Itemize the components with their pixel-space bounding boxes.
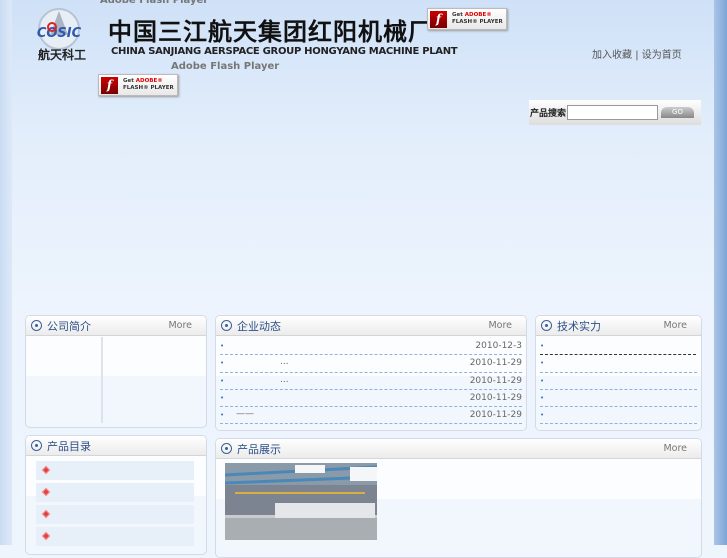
divider <box>101 337 103 423</box>
bullet: • <box>540 376 545 385</box>
bullet: • <box>540 342 545 350</box>
flash-label-top: Adobe Flash Player <box>100 0 209 6</box>
product-photo-factory[interactable] <box>225 463 377 540</box>
news-title[interactable]: —— <box>236 409 254 419</box>
panel-news: 企业动态 More • 2010-12-3 •... 2010-11-29 •... 2… <box>215 315 527 431</box>
left-border <box>0 0 12 545</box>
get-flash-button[interactable]: f Get ADOBE® FLASH® PLAYER <box>427 8 507 30</box>
panel-about: 公司简介 More <box>25 315 207 428</box>
search-go-button[interactable]: GO <box>661 107 695 118</box>
news-date: 2010-11-29 <box>469 392 522 403</box>
flash-player: FLASH® PLAYER <box>452 19 503 25</box>
flash-get: Get <box>123 78 134 84</box>
get-flash-button-2[interactable]: f Get ADOBE® FLASH® PLAYER <box>98 74 178 96</box>
news-date: 2010-11-29 <box>469 375 522 386</box>
bullet: • <box>220 376 225 385</box>
flash-adobe: ADOBE® <box>464 12 492 18</box>
bullet: • <box>540 411 545 420</box>
right-border <box>714 0 727 545</box>
more-link[interactable]: More <box>488 320 512 331</box>
more-link[interactable]: More <box>663 320 687 331</box>
panel-title: 技术实力 <box>557 319 601 333</box>
bullet: • <box>220 411 225 420</box>
catalog-item[interactable] <box>36 527 194 546</box>
panel-catalog: 产品目录 <box>25 435 207 555</box>
svg-text:COSIC: COSIC <box>37 26 82 41</box>
news-item[interactable]: •... 2010-11-29 <box>220 355 522 373</box>
news-title[interactable]: ... <box>280 375 289 385</box>
product-search: 产品搜索 GO <box>529 100 701 125</box>
flash-icon: f <box>101 76 118 94</box>
news-date: 2010-11-29 <box>469 358 522 369</box>
panel-showcase: 产品展示 More <box>215 438 702 558</box>
circle-dot-icon <box>221 443 232 454</box>
news-title[interactable]: ... <box>280 357 289 367</box>
site-subtitle: CHINA SANJIANG AERSPACE GROUP HONGYANG M… <box>111 46 458 57</box>
panel-title: 公司简介 <box>47 319 91 333</box>
search-input[interactable] <box>567 105 659 120</box>
bullet: • <box>220 393 225 402</box>
add-favorite-link[interactable]: 加入收藏 <box>592 50 632 61</box>
set-homepage-link[interactable]: 设为首页 <box>642 50 682 61</box>
news-item[interactable]: •... 2010-11-29 <box>220 373 522 390</box>
tech-item[interactable]: • <box>540 373 697 390</box>
catalog-item[interactable] <box>36 461 194 480</box>
tech-item[interactable]: • <box>540 407 697 425</box>
bullet: • <box>220 359 225 368</box>
more-link[interactable]: More <box>168 320 192 331</box>
flash-icon: f <box>430 10 447 28</box>
diamond-icon <box>41 465 51 475</box>
bullet: • <box>540 393 545 402</box>
logo-caption: 航天科工 <box>38 48 87 62</box>
bullet: • <box>540 359 545 368</box>
link-separator: | <box>635 50 639 61</box>
catalog-item[interactable] <box>36 483 194 502</box>
more-link[interactable]: More <box>663 443 687 454</box>
news-item[interactable]: • 2010-11-29 <box>220 390 522 408</box>
panel-title: 产品展示 <box>237 442 281 456</box>
circle-dot-icon <box>31 320 42 331</box>
flash-adobe: ADOBE® <box>135 78 163 84</box>
site-title: 中国三江航天集团红阳机械厂 <box>108 18 433 46</box>
tech-item[interactable]: • <box>540 355 697 373</box>
circle-dot-icon <box>541 320 552 331</box>
circle-dot-icon <box>221 320 232 331</box>
news-date: 2010-12-3 <box>475 341 522 351</box>
diamond-icon <box>41 509 51 519</box>
search-label: 产品搜索 <box>530 109 567 119</box>
panel-title: 企业动态 <box>237 319 281 333</box>
tech-item[interactable]: • <box>540 390 697 408</box>
diamond-icon <box>41 487 51 497</box>
flash-label: Adobe Flash Player <box>171 61 280 72</box>
panel-tech: 技术实力 More • • • • • <box>535 315 702 431</box>
flash-get: Get <box>452 12 463 18</box>
flash-player: FLASH® PLAYER <box>123 85 174 91</box>
panel-title: 产品目录 <box>47 439 91 453</box>
catalog-item[interactable] <box>36 505 194 524</box>
news-item[interactable]: • 2010-12-3 <box>220 338 522 356</box>
circle-dot-icon <box>31 440 42 451</box>
top-links: 加入收藏 | 设为首页 <box>592 46 682 61</box>
bullet: • <box>220 342 225 350</box>
news-date: 2010-11-29 <box>469 410 522 421</box>
tech-item[interactable]: • <box>540 338 696 356</box>
diamond-icon <box>41 531 51 541</box>
news-item[interactable]: • —— 2010-11-29 <box>220 407 522 425</box>
